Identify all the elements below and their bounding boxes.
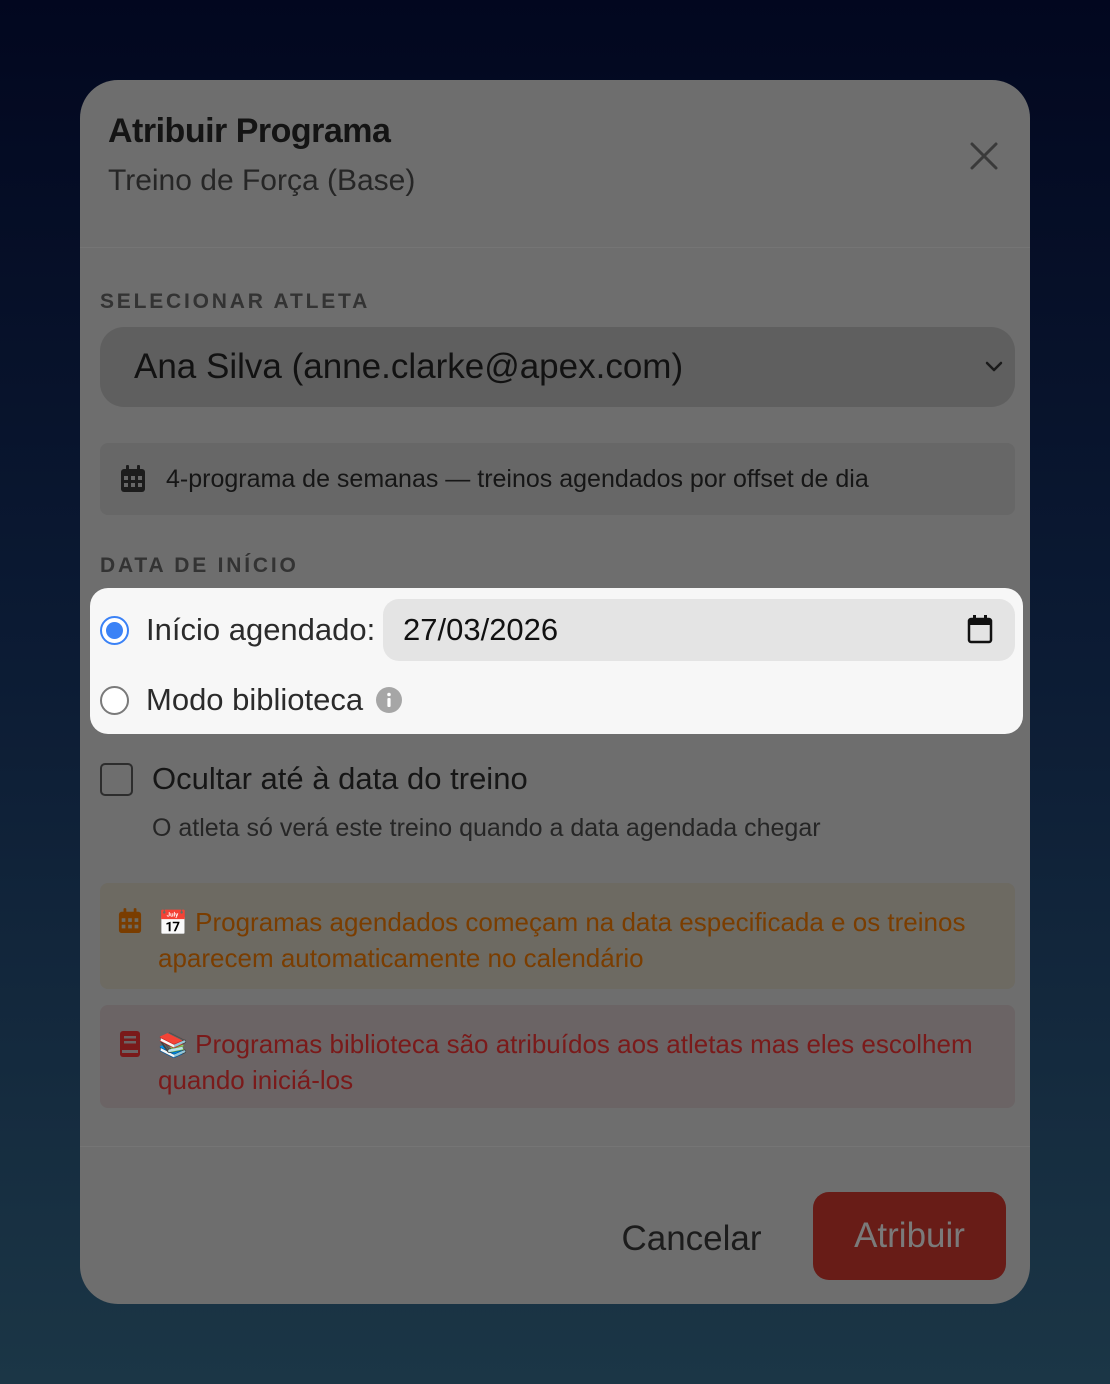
library-programs-alert-text: Programas biblioteca são atribuídos aos … — [158, 1029, 973, 1095]
books-emoji: 📚 — [158, 1032, 188, 1059]
modal-header: Atribuir Programa Treino de Força (Base) — [80, 80, 1030, 248]
library-mode-label[interactable]: Modo biblioteca — [146, 682, 363, 718]
start-date-value: 27/03/2026 — [403, 612, 559, 647]
athlete-section-label: SELECIONAR ATLETA — [100, 290, 371, 313]
athlete-select[interactable]: Ana Silva (anne.clarke@apex.com) — [100, 327, 1015, 407]
info-icon[interactable] — [376, 687, 402, 713]
calendar-icon — [118, 908, 142, 933]
scheduled-programs-alert: 📅 Programas agendados começam na data es… — [100, 883, 1015, 989]
chevron-down-icon — [985, 361, 1003, 372]
library-mode-radio[interactable] — [100, 686, 129, 715]
hide-until-date-help: O atleta só verá este treino quando a da… — [152, 814, 821, 842]
calendar-icon — [121, 465, 145, 492]
scheduled-start-radio[interactable] — [100, 616, 129, 645]
assign-button[interactable]: Atribuir — [813, 1192, 1006, 1280]
start-date-section-label: DATA DE INÍCIO — [100, 554, 299, 577]
program-info-box: 4-programa de semanas — treinos agendado… — [100, 443, 1015, 515]
cancel-button[interactable]: Cancelar — [614, 1214, 769, 1264]
assign-program-modal: Atribuir Programa Treino de Força (Base)… — [80, 80, 1030, 1304]
library-programs-alert: 📚 Programas biblioteca são atribuídos ao… — [100, 1005, 1015, 1108]
close-icon — [970, 142, 998, 170]
modal-footer: Cancelar Atribuir — [80, 1146, 1030, 1304]
calendar-picker-icon[interactable] — [967, 614, 993, 644]
book-icon — [120, 1031, 140, 1057]
athlete-selected-value: Ana Silva (anne.clarke@apex.com) — [134, 347, 684, 386]
hide-until-date-checkbox[interactable] — [100, 763, 133, 796]
modal-subtitle: Treino de Força (Base) — [108, 164, 416, 197]
hide-until-date-label[interactable]: Ocultar até à data do treino — [152, 761, 528, 797]
start-mode-group: Início agendado: 27/03/2026 Modo bibliot… — [90, 588, 1023, 734]
modal-title: Atribuir Programa — [108, 112, 391, 150]
calendar-emoji: 📅 — [158, 910, 188, 937]
program-info-text: 4-programa de semanas — treinos agendado… — [166, 464, 869, 493]
scheduled-programs-alert-text: Programas agendados começam na data espe… — [158, 907, 966, 973]
scheduled-start-label[interactable]: Início agendado: — [146, 612, 375, 648]
start-date-input[interactable]: 27/03/2026 — [383, 599, 1015, 661]
close-button[interactable] — [960, 136, 1008, 176]
